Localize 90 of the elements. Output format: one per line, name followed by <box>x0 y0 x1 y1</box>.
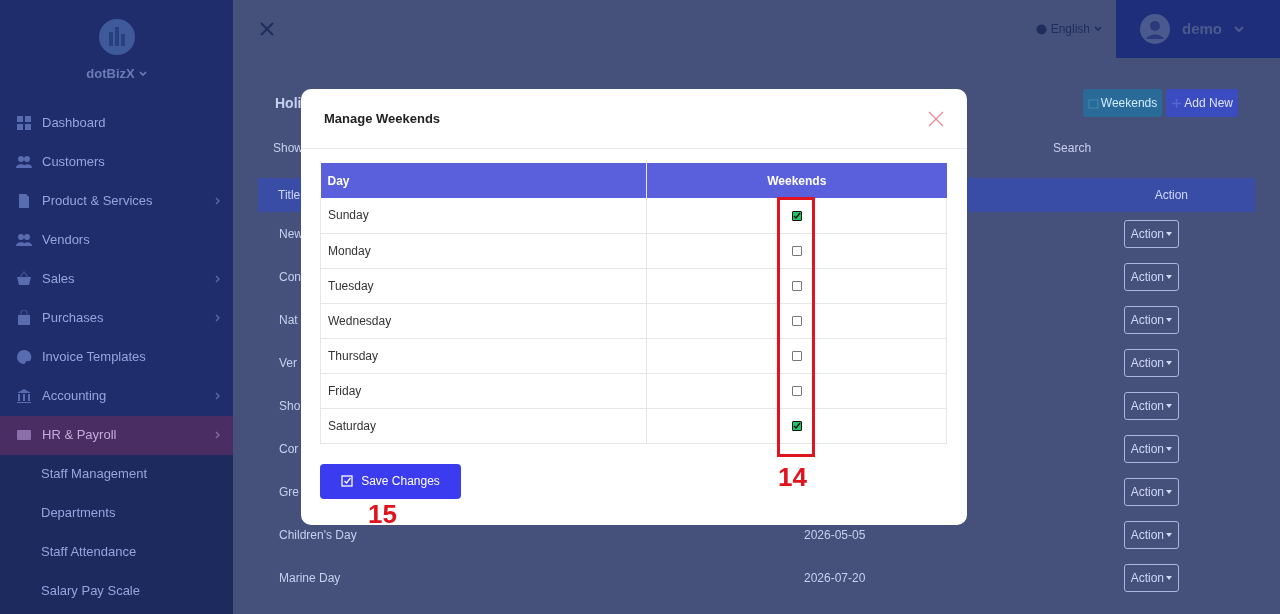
document-icon <box>16 193 32 209</box>
chevron-right-icon <box>215 275 221 283</box>
action-dropdown[interactable]: Action <box>1123 563 1179 592</box>
table-cell: Nat <box>279 312 298 327</box>
caret-icon <box>1166 360 1172 365</box>
users-icon <box>16 154 32 170</box>
caret-icon <box>1166 532 1172 537</box>
caret-icon <box>1166 231 1172 236</box>
column-header: Day <box>320 163 647 198</box>
checkbox[interactable] <box>791 316 802 327</box>
bag-icon <box>16 310 32 326</box>
table-cell-text: 2026-05-05 <box>804 526 866 544</box>
bank-icon <box>16 388 32 404</box>
table-cell: Gre <box>279 484 299 499</box>
chevron-down-icon <box>1234 25 1244 33</box>
table-cell: Thursday <box>320 338 647 373</box>
sidebar-item[interactable]: Vendors <box>0 220 233 260</box>
table-cell: Sho <box>279 398 301 413</box>
caret-icon <box>1166 403 1172 408</box>
logo-icon <box>97 18 136 56</box>
chevron-right-icon <box>215 197 221 205</box>
action-dropdown[interactable]: Action <box>1123 391 1179 420</box>
sidebar-item[interactable]: Product & Services <box>0 181 233 221</box>
basket-icon <box>16 271 32 287</box>
table-cell: Sunday <box>320 198 647 233</box>
sidebar-item[interactable]: Purchases <box>0 298 233 338</box>
chevron-right-icon <box>215 392 221 400</box>
grid-icon <box>16 115 32 131</box>
card-icon <box>16 427 32 443</box>
caret-icon <box>1166 274 1172 279</box>
sidebar-item[interactable]: Customers <box>0 142 233 182</box>
table-cell: Saturday <box>320 408 647 443</box>
caret-icon <box>1166 575 1172 580</box>
annotation-number: 14 <box>778 464 807 490</box>
column-header: Weekends <box>646 163 947 198</box>
users-icon <box>16 232 32 248</box>
search-label: Search <box>1053 140 1092 157</box>
checkbox[interactable] <box>791 421 802 432</box>
page-title: Holi <box>275 93 302 113</box>
checkbox-icon <box>341 475 354 487</box>
annotation-number: 15 <box>368 501 397 527</box>
weekends-button[interactable]: Weekends <box>1082 89 1163 117</box>
submenu-item[interactable]: Departments <box>0 493 233 533</box>
chevron-down-icon <box>138 70 147 77</box>
sidebar-item[interactable]: Dashboard <box>0 103 233 143</box>
table-cell: Friday <box>320 373 647 408</box>
submenu-item[interactable]: Staff Management <box>0 454 233 494</box>
avatar-icon <box>1140 14 1170 44</box>
column-header: Action <box>1154 187 1188 204</box>
chevron-down-icon <box>1094 26 1102 32</box>
caret-icon <box>1166 446 1172 451</box>
checkbox[interactable] <box>791 386 802 397</box>
chevron-right-icon <box>215 314 221 322</box>
checkbox[interactable] <box>791 211 802 222</box>
submenu-item[interactable]: Salary Pay Scale <box>0 571 233 611</box>
column-header: Title <box>278 187 301 204</box>
action-dropdown[interactable]: Action <box>1123 262 1179 291</box>
caret-icon <box>1166 317 1172 322</box>
save-changes-button[interactable]: Save Changes <box>320 463 461 499</box>
checkbox[interactable] <box>791 281 802 292</box>
close-icon[interactable] <box>928 110 944 127</box>
action-dropdown[interactable]: Action <box>1123 477 1179 506</box>
table-cell: Cor <box>279 441 299 456</box>
checkbox[interactable] <box>791 351 802 362</box>
plus-icon <box>1171 97 1183 109</box>
action-dropdown[interactable]: Action <box>1123 348 1179 377</box>
table-cell: Monday <box>320 233 647 268</box>
table-cell-text: 2026-07-20 <box>804 569 866 587</box>
table-cell: Wednesday <box>320 303 647 338</box>
action-dropdown[interactable]: Action <box>1123 520 1179 549</box>
submenu-item[interactable]: Staff Attendance <box>0 532 233 572</box>
chevron-right-icon <box>215 431 221 439</box>
table-cell: Marine Day <box>279 570 341 585</box>
modal-title: Manage Weekends <box>324 109 441 128</box>
action-dropdown[interactable]: Action <box>1123 219 1179 248</box>
sidebar-item[interactable]: Sales <box>0 259 233 299</box>
table-cell: Con <box>279 269 301 284</box>
caret-icon <box>1166 489 1172 494</box>
brand-name[interactable]: dotBizX <box>86 64 135 84</box>
table-cell: Tuesday <box>320 268 647 303</box>
sidebar-item[interactable]: Accounting <box>0 376 233 416</box>
add-new-button[interactable]: Add New <box>1166 89 1238 117</box>
sidebar-item[interactable]: Invoice Templates <box>0 337 233 377</box>
palette-icon <box>16 349 32 365</box>
table-cell: Children's Day <box>279 527 357 542</box>
table-cell: Ver <box>279 355 297 370</box>
sidebar-item[interactable]: HR & Payroll <box>0 415 233 455</box>
checkbox[interactable] <box>791 246 802 257</box>
action-dropdown[interactable]: Action <box>1123 434 1179 463</box>
action-dropdown[interactable]: Action <box>1123 305 1179 334</box>
